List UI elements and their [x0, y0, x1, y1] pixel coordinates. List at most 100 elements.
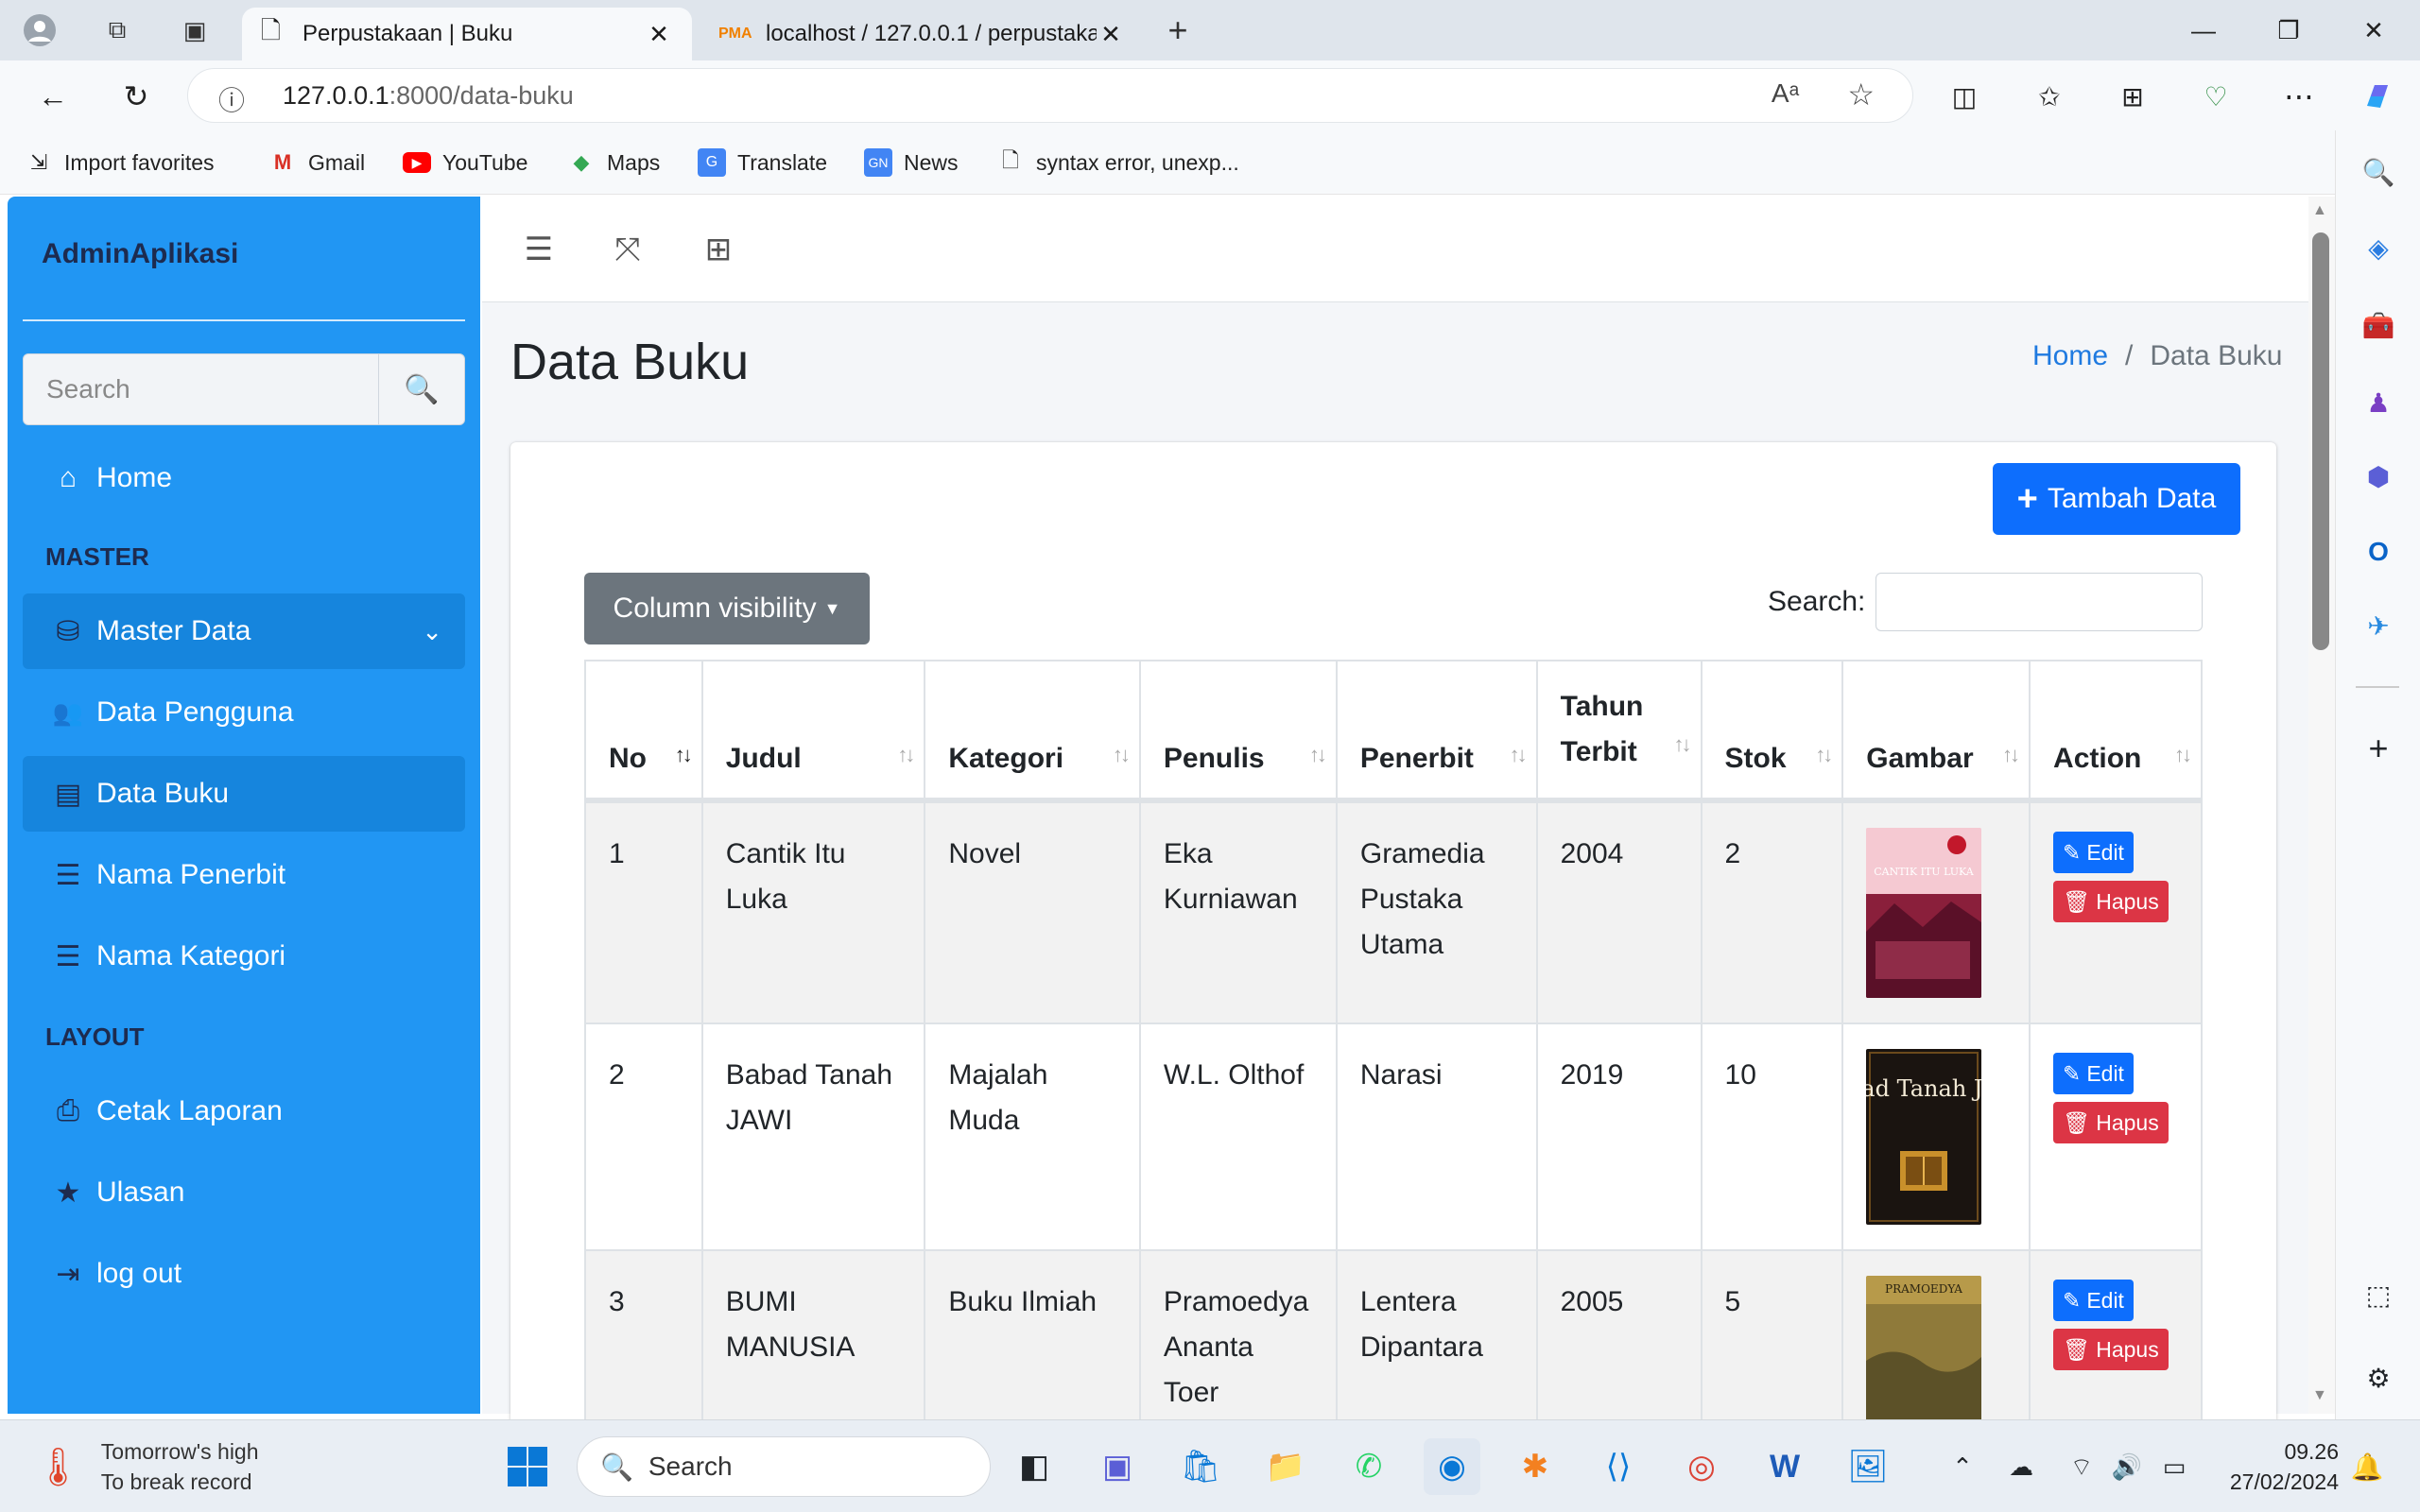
tab-phpmyadmin[interactable]: PMA localhost / 127.0.0.1 / perpustaka ✕ [700, 8, 1144, 60]
outlook-icon[interactable]: O [2354, 527, 2403, 576]
bookmark-news[interactable]: GN News [864, 142, 959, 183]
column-header-judul[interactable]: Judul ↑↓ [700, 660, 926, 801]
taskbar-search[interactable]: 🔍 Search [577, 1436, 991, 1497]
sidebar-item-home[interactable]: ⌂ Home [23, 440, 465, 516]
sidebar-item-master-data[interactable]: ⛁ Master Data ⌄ [23, 593, 465, 669]
brand-title[interactable]: AdminAplikasi [42, 238, 238, 270]
scroll-up-icon[interactable]: ▲ [2312, 202, 2327, 219]
drop-icon[interactable]: ✈ [2354, 601, 2403, 650]
games-icon[interactable]: ♟ [2354, 378, 2403, 427]
word-icon[interactable]: W [1756, 1438, 1813, 1495]
collections-icon[interactable]: ⊞ [2108, 72, 2157, 121]
battery-icon[interactable]: ▭ [2146, 1438, 2203, 1495]
refresh-icon[interactable]: ↻ [112, 72, 161, 121]
sidebar-item-cetak-laporan[interactable]: ⎙ Cetak Laporan [23, 1074, 465, 1149]
delete-button[interactable]: 🗑 Hapus [2053, 1102, 2169, 1143]
tab-perpustakaan[interactable]: 🗋 Perpustakaan | Buku ✕ [242, 8, 692, 60]
column-header-penulis[interactable]: Penulis ↑↓ [1138, 660, 1338, 801]
tools-icon[interactable]: 🧰 [2354, 301, 2403, 350]
profile-icon[interactable] [21, 11, 59, 49]
weather-widget[interactable]: 🌡 Tomorrow's high To break record [34, 1436, 259, 1497]
workspaces-icon[interactable]: ⧉ [98, 11, 136, 49]
vscode-icon[interactable]: ⟨⟩ [1590, 1438, 1647, 1495]
more-icon[interactable]: ⋯ [2274, 72, 2324, 121]
bookmark-import[interactable]: ⇲ Import favorites [25, 142, 215, 183]
whatsapp-icon[interactable]: ✆ [1340, 1438, 1397, 1495]
sidebar-search-button[interactable]: 🔍 [378, 353, 465, 425]
add-icon[interactable]: + [2354, 724, 2403, 773]
bookmark-youtube[interactable]: ▶ YouTube [403, 142, 527, 183]
screenshot-icon[interactable]: ⬚ [2354, 1270, 2403, 1319]
column-header-action[interactable]: Action ↑↓ [2029, 660, 2203, 801]
site-info-icon[interactable]: ⓘ [218, 80, 245, 118]
table-search-input[interactable] [1876, 573, 2203, 631]
url-bar[interactable]: ⓘ 127.0.0.1:8000/data-buku A͏ᵃ ☆ [187, 68, 1913, 123]
teams-icon[interactable]: ▣ [1089, 1438, 1146, 1495]
bookmark-maps[interactable]: ◆ Maps [567, 142, 661, 183]
edit-button[interactable]: ✎ Edit [2053, 1053, 2134, 1094]
sidebar-item-logout[interactable]: ⇥ log out [23, 1236, 465, 1312]
delete-button[interactable]: 🗑 Hapus [2053, 1329, 2169, 1370]
split-screen-icon[interactable]: ◫ [1940, 72, 1989, 121]
microsoft365-icon[interactable]: ⬢ [2354, 452, 2403, 501]
grid-icon[interactable]: ⊞ [692, 223, 745, 276]
action-group: ✎ Edit 🗑 Hapus [2053, 832, 2178, 922]
xampp-icon[interactable]: ✱ [1507, 1438, 1564, 1495]
column-visibility-button[interactable]: Column visibility ▼ [584, 573, 870, 644]
scrollbar-thumb[interactable] [2312, 232, 2329, 650]
sidebar-item-ulasan[interactable]: ★ Ulasan [23, 1155, 465, 1230]
chrome-icon[interactable]: ◎ [1673, 1438, 1730, 1495]
bookmark-translate[interactable]: G Translate [698, 142, 827, 183]
store-icon[interactable]: 🛍 [1172, 1438, 1229, 1495]
close-window-icon[interactable]: ✕ [2331, 0, 2416, 60]
new-tab-icon[interactable]: + [1159, 10, 1197, 49]
read-aloud-icon[interactable]: A͏ᵃ [1772, 78, 1799, 109]
scroll-down-icon[interactable]: ▼ [2312, 1387, 2327, 1404]
favorite-star-icon[interactable]: ☆ [1847, 77, 1875, 112]
column-header-kategori[interactable]: Kategori ↑↓ [924, 660, 1141, 801]
tab-actions-icon[interactable]: ▣ [176, 11, 214, 49]
close-tab-icon[interactable]: ✕ [1097, 20, 1125, 49]
chevron-up-icon[interactable]: ⌃ [1934, 1438, 1991, 1495]
back-icon[interactable]: ← [28, 72, 78, 121]
settings-gear-icon[interactable]: ⚙ [2354, 1353, 2403, 1402]
hamburger-menu-icon[interactable]: ☰ [512, 223, 565, 276]
add-data-button[interactable]: + Tambah Data [1993, 463, 2240, 535]
sidebar-item-data-buku[interactable]: ▤ Data Buku [23, 756, 465, 832]
cloud-icon[interactable]: ☁ [1993, 1438, 2049, 1495]
breadcrumb: Home / Data Buku [2032, 340, 2282, 372]
favorites-icon[interactable]: ✩ [2025, 72, 2074, 121]
column-header-stok[interactable]: Stok ↑↓ [1700, 660, 1844, 801]
delete-button[interactable]: 🗑 Hapus [2053, 881, 2169, 922]
sidebar-item-data-pengguna[interactable]: 👥 Data Pengguna [23, 675, 465, 750]
clock[interactable]: 09.26 27/02/2024 [2216, 1436, 2339, 1497]
column-header-tahun-terbit[interactable]: Tahun Terbit ↑↓ [1535, 660, 1703, 801]
search-icon[interactable]: 🔍 [2354, 147, 2403, 197]
restore-icon[interactable]: ❐ [2246, 0, 2331, 60]
edit-button[interactable]: ✎ Edit [2053, 1280, 2134, 1321]
file-explorer-icon[interactable]: 📁 [1257, 1438, 1314, 1495]
column-header-gambar[interactable]: Gambar ↑↓ [1841, 660, 2031, 801]
shopping-icon[interactable]: ◈ [2354, 223, 2403, 272]
task-view-icon[interactable]: ◧ [1006, 1438, 1063, 1495]
sidebar-search-input[interactable] [24, 354, 379, 424]
copilot-icon[interactable] [2354, 72, 2403, 121]
minimize-icon[interactable]: — [2161, 0, 2246, 60]
bookmark-gmail[interactable]: M Gmail [268, 142, 365, 183]
breadcrumb-home-link[interactable]: Home [2032, 340, 2108, 372]
sidebar-item-nama-kategori[interactable]: ☰ Nama Kategori [23, 919, 465, 994]
cell-tahun: 2004 [1535, 799, 1703, 1024]
fullscreen-icon[interactable]: ⤧ [601, 223, 654, 276]
browser-essentials-icon[interactable]: ♡ [2191, 72, 2240, 121]
close-tab-icon[interactable]: ✕ [645, 20, 673, 49]
sidebar-item-nama-penerbit[interactable]: ☰ Nama Penerbit [23, 837, 465, 913]
bookmark-syntax-error[interactable]: 🗋 syntax error, unexp... [996, 142, 1239, 183]
edit-button[interactable]: ✎ Edit [2053, 832, 2134, 873]
start-icon[interactable] [499, 1438, 556, 1495]
column-header-penerbit[interactable]: Penerbit ↑↓ [1335, 660, 1538, 801]
notification-bell-icon[interactable]: 🔔 [2339, 1438, 2395, 1495]
cell-gambar: PRAMOEDYA [1841, 1249, 2031, 1446]
edge-icon[interactable]: ◉ [1424, 1438, 1480, 1495]
column-header-no[interactable]: No ↑↓ [584, 660, 703, 801]
photos-icon[interactable]: 🖼 [1840, 1438, 1896, 1495]
